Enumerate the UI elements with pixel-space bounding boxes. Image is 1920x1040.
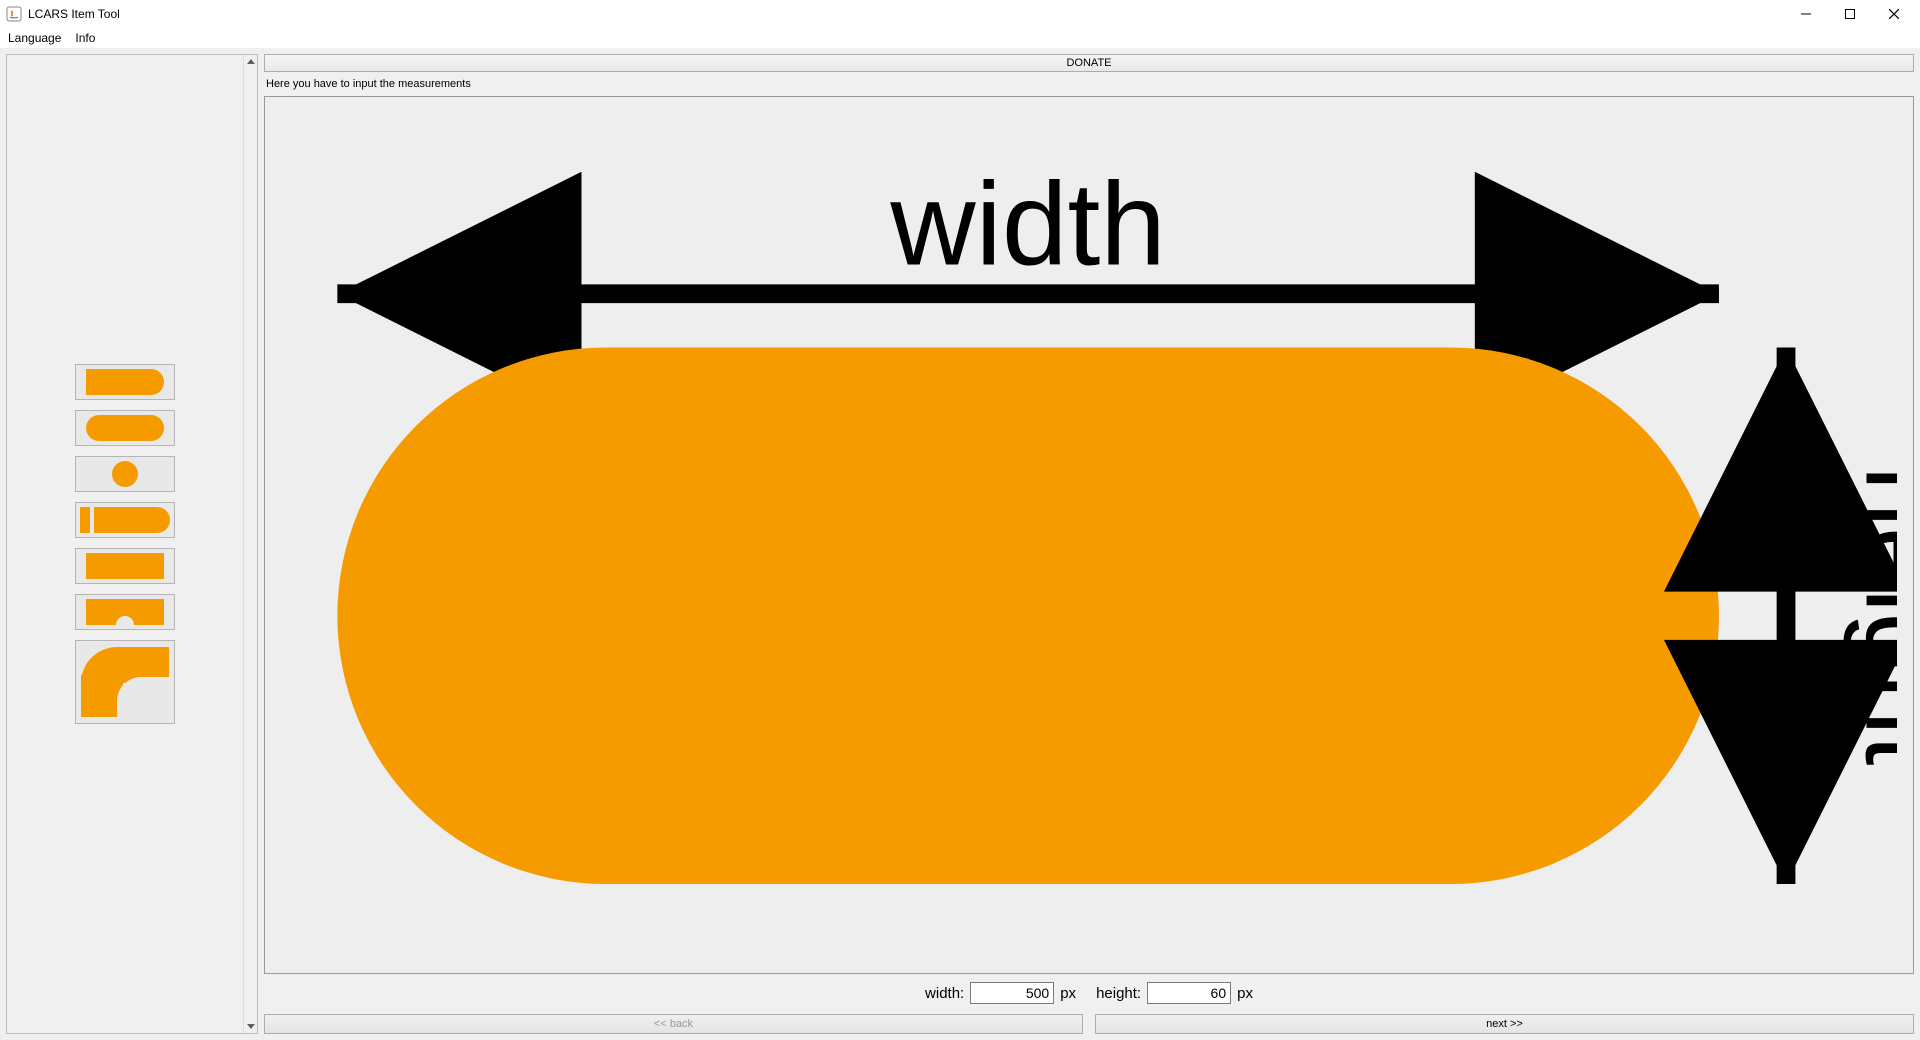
measurement-diagram: width height	[281, 106, 1896, 964]
shape-elbow[interactable]	[75, 640, 175, 724]
shape-half-pill[interactable]	[75, 364, 175, 400]
height-dimension-label: height	[1843, 466, 1897, 766]
width-input[interactable]	[970, 982, 1054, 1004]
width-unit-label: px	[1060, 985, 1076, 1002]
back-button[interactable]: << back	[264, 1014, 1083, 1034]
java-app-icon	[6, 6, 22, 22]
menu-info[interactable]: Info	[75, 31, 95, 45]
menu-bar: Language Info	[0, 28, 1920, 48]
window-controls	[1784, 0, 1916, 28]
width-dimension-label: width	[890, 158, 1167, 290]
shape-notch-rectangle[interactable]	[75, 594, 175, 630]
width-input-group: width: px	[925, 982, 1076, 1004]
shape-pill[interactable]	[75, 410, 175, 446]
measurement-inputs: width: px height: px	[264, 978, 1914, 1010]
shape-endcap[interactable]	[75, 502, 175, 538]
height-input-label: height:	[1096, 985, 1141, 1002]
client-area: DONATE Here you have to input the measur…	[0, 48, 1920, 1040]
shape-palette-panel	[6, 54, 258, 1034]
preview-canvas: width height	[264, 96, 1914, 974]
next-button[interactable]: next >>	[1095, 1014, 1914, 1034]
title-bar: LCARS Item Tool	[0, 0, 1920, 28]
menu-language[interactable]: Language	[8, 31, 61, 45]
height-unit-label: px	[1237, 985, 1253, 1002]
close-button[interactable]	[1872, 0, 1916, 28]
pill-shape-preview	[338, 347, 1720, 884]
main-panel: DONATE Here you have to input the measur…	[264, 54, 1914, 1034]
donate-button[interactable]: DONATE	[264, 54, 1914, 72]
instructions-text: Here you have to input the measurements	[264, 76, 1914, 92]
window-title: LCARS Item Tool	[28, 7, 120, 21]
shape-circle[interactable]	[75, 456, 175, 492]
maximize-button[interactable]	[1828, 0, 1872, 28]
minimize-button[interactable]	[1784, 0, 1828, 28]
height-input[interactable]	[1147, 982, 1231, 1004]
palette-scrollbar[interactable]	[243, 55, 257, 1033]
height-input-group: height: px	[1096, 982, 1253, 1004]
shape-rectangle[interactable]	[75, 548, 175, 584]
wizard-nav: << back next >>	[264, 1014, 1914, 1034]
shape-palette	[7, 55, 243, 1033]
width-input-label: width:	[925, 985, 964, 1002]
